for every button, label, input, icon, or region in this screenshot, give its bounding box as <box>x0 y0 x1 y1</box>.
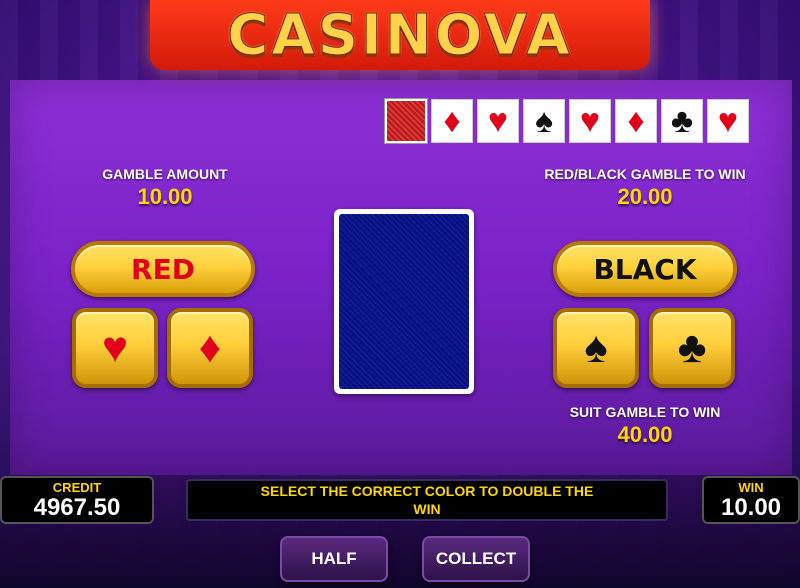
suit-gamble-label: SUIT GAMBLE TO WIN <box>569 404 721 420</box>
face-down-card <box>334 209 474 394</box>
message-text: SELECT THE CORRECT COLOR TO DOUBLE THE W… <box>260 483 594 517</box>
spade-icon: ♠ <box>584 323 608 372</box>
collect-button-label: COLLECT <box>435 549 517 568</box>
heart-icon: ♥ <box>717 102 739 140</box>
heart-icon: ♥ <box>487 102 509 140</box>
red-black-win-value: 20.00 <box>617 184 673 209</box>
collect-button[interactable]: COLLECT <box>422 536 530 582</box>
history-card: ♥ <box>569 99 611 143</box>
half-button[interactable]: HALF <box>280 536 388 582</box>
black-button-label: BLACK <box>593 252 697 286</box>
suit-gamble-value: 40.00 <box>617 422 673 447</box>
history-card: ♣ <box>661 99 703 143</box>
heart-icon: ♥ <box>101 323 129 372</box>
history-card: ♦ <box>431 99 473 143</box>
gamble-amount-value: 10.00 <box>137 184 193 209</box>
logo-text: CASINOVA <box>227 2 573 68</box>
history-card: ♦ <box>615 99 657 143</box>
win-value: 10.00 <box>720 494 782 521</box>
credit-label: CREDIT <box>52 480 102 495</box>
win-meter: WIN 10.00 <box>702 476 800 524</box>
diamond-icon: ♦ <box>443 102 461 140</box>
casinova-logo: CASINOVA <box>150 0 650 70</box>
diamond-icon: ♦ <box>627 102 645 140</box>
card-back-pattern <box>339 214 469 389</box>
message-bar: SELECT THE CORRECT COLOR TO DOUBLE THE W… <box>186 479 668 521</box>
half-button-label: HALF <box>311 549 357 568</box>
diamond-suit-button[interactable]: ♦ <box>167 308 253 388</box>
credit-meter: CREDIT 4967.50 <box>0 476 154 524</box>
black-button[interactable]: BLACK <box>553 241 737 297</box>
history-card: ♥ <box>707 99 749 143</box>
red-button-label: RED <box>131 252 195 286</box>
gamble-amount-label: GAMBLE AMOUNT <box>102 166 228 182</box>
red-black-win-label: RED/BLACK GAMBLE TO WIN <box>544 166 746 182</box>
club-icon: ♣ <box>677 323 707 372</box>
history-card: ♥ <box>477 99 519 143</box>
heart-icon: ♥ <box>579 102 601 140</box>
history-card <box>384 98 428 144</box>
card-history: ♦ ♥ ♠ ♥ ♦ ♣ ♥ <box>384 98 749 144</box>
spade-suit-button[interactable]: ♠ <box>553 308 639 388</box>
club-icon: ♣ <box>670 102 694 140</box>
spade-icon: ♠ <box>534 102 554 140</box>
club-suit-button[interactable]: ♣ <box>649 308 735 388</box>
credit-value: 4967.50 <box>33 494 121 521</box>
heart-suit-button[interactable]: ♥ <box>72 308 158 388</box>
diamond-icon: ♦ <box>198 323 222 372</box>
win-label: WIN <box>738 480 764 495</box>
red-button[interactable]: RED <box>71 241 255 297</box>
history-card: ♠ <box>523 99 565 143</box>
